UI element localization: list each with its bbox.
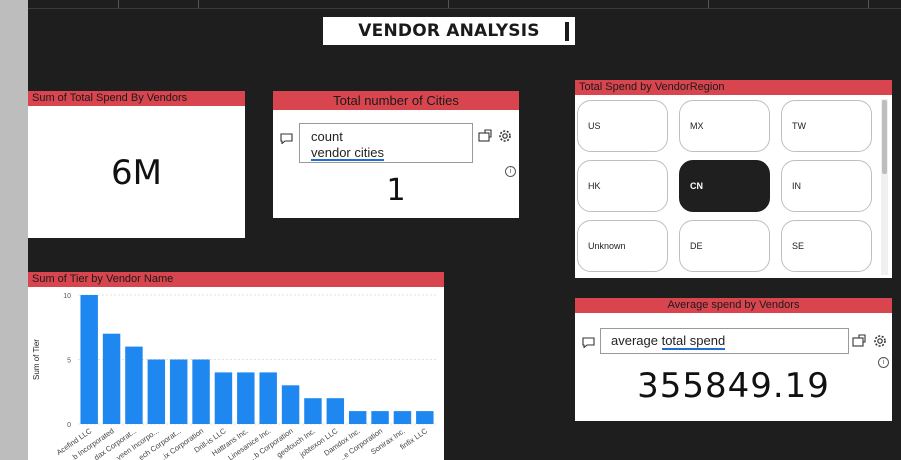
qa-query-line2: vendor cities <box>311 145 384 160</box>
chat-icon[interactable] <box>280 133 293 144</box>
region-slicer-header: Total Spend by VendorRegion <box>575 80 892 95</box>
y-tick-label: 0 <box>67 422 71 429</box>
bar <box>214 372 233 424</box>
region-option-label: HK <box>588 181 601 191</box>
region-option-label: TW <box>792 121 806 131</box>
settings-gear-icon[interactable] <box>873 334 887 348</box>
region-option-unknown[interactable]: Unknown <box>577 220 668 272</box>
y-tick-label: 5 <box>67 358 71 365</box>
region-option-label: CN <box>690 181 703 191</box>
cities-header: Total number of Cities <box>273 91 519 110</box>
bar <box>80 295 98 424</box>
toolbar-divider <box>708 0 709 8</box>
region-option-label: Unknown <box>588 241 626 251</box>
left-panel-strip <box>0 0 28 460</box>
toolbar-divider <box>118 0 119 8</box>
region-option-tw[interactable]: TW <box>781 100 872 152</box>
chart-title: Sum of Tier by Vendor Name <box>28 272 444 287</box>
region-option-cn[interactable]: CN <box>679 160 770 212</box>
bar <box>281 385 300 424</box>
qa-term-underline <box>311 159 384 161</box>
top-toolbar-strip <box>28 0 901 9</box>
bar <box>416 411 434 424</box>
qa-question-input[interactable]: average total spend <box>600 328 849 354</box>
region-option-label: US <box>588 121 601 131</box>
toolbar-divider <box>198 0 199 8</box>
convert-visual-icon[interactable] <box>478 128 492 142</box>
y-axis-label: Sum of Tier <box>32 339 41 380</box>
bar <box>304 398 322 424</box>
toolbar-divider <box>448 0 449 8</box>
bar <box>348 411 367 424</box>
avg-spend-value: 355849.19 <box>637 366 830 406</box>
tier-bar-chart: 0510Sum of TierAcefind LLC...b Incorpora… <box>32 293 436 460</box>
qa-question-input[interactable]: count vendor cities <box>299 123 473 163</box>
region-option-label: SE <box>792 241 805 251</box>
text-cursor <box>565 22 569 41</box>
bar <box>259 372 277 424</box>
page-title: VENDOR ANALYSIS <box>358 21 540 41</box>
qa-query-line1: count <box>311 129 343 144</box>
qa-query-text: average total spend <box>611 333 726 350</box>
chat-icon[interactable] <box>582 337 595 348</box>
slicer-scrollbar-thumb[interactable] <box>882 100 887 174</box>
cities-value: 1 <box>386 173 406 208</box>
settings-gear-icon[interactable] <box>498 129 512 143</box>
cities-card[interactable]: Total number of Cities count vendor citi… <box>273 91 519 218</box>
convert-visual-icon[interactable] <box>852 333 866 347</box>
region-option-us[interactable]: US <box>577 100 668 152</box>
report-title-box[interactable]: VENDOR ANALYSIS <box>323 17 575 45</box>
avg-spend-card[interactable]: Average spend by Vendors average total s… <box>575 298 892 421</box>
total-spend-card[interactable]: Sum of Total Spend By Vendors 6M <box>28 91 245 238</box>
tier-bar-chart-card[interactable]: Sum of Tier by Vendor Name 0 5 10 Sum of Ti… <box>28 272 444 460</box>
region-option-hk[interactable]: HK <box>577 160 668 212</box>
bar <box>371 411 389 424</box>
region-slicer-card[interactable]: Total Spend by VendorRegion US MX TW HK CN IN… <box>575 80 892 278</box>
total-spend-value: 6M <box>111 153 162 193</box>
avg-spend-header: Average spend by Vendors <box>575 298 892 313</box>
region-option-de[interactable]: DE <box>679 220 770 272</box>
qa-query-prefix: average <box>611 333 662 348</box>
total-spend-header: Sum of Total Spend By Vendors <box>28 91 245 106</box>
region-option-label: IN <box>792 181 801 191</box>
bar <box>125 346 143 424</box>
bar <box>326 398 345 424</box>
bar <box>169 359 188 424</box>
bar <box>192 359 210 424</box>
bar <box>147 359 166 424</box>
bar <box>393 411 412 424</box>
qa-query-term: total spend <box>661 333 726 350</box>
region-option-se[interactable]: SE <box>781 220 872 272</box>
region-option-mx[interactable]: MX <box>679 100 770 152</box>
region-option-in[interactable]: IN <box>781 160 872 212</box>
toolbar-divider <box>868 0 869 8</box>
region-option-label: MX <box>690 121 704 131</box>
y-tick-label: 10 <box>63 293 71 300</box>
bar <box>237 372 255 424</box>
region-option-label: DE <box>690 241 703 251</box>
bar <box>102 333 121 424</box>
